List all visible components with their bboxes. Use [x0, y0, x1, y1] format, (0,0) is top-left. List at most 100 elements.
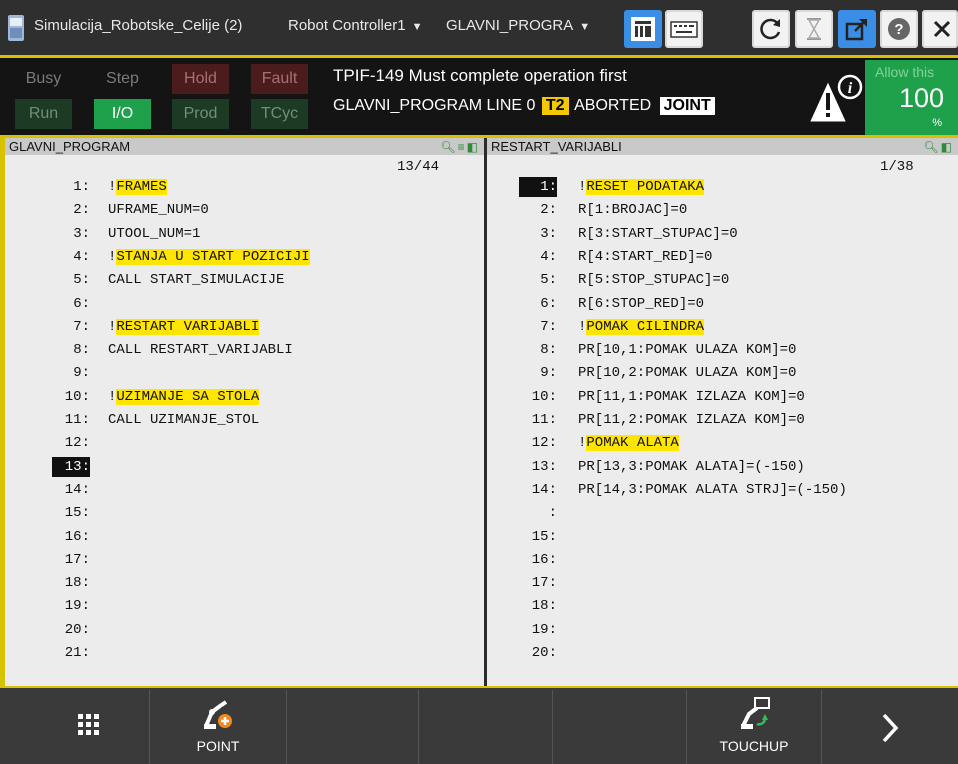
led-tcyc: TCyc [251, 99, 308, 129]
program-line-row[interactable]: 15: [5, 503, 484, 523]
program-line-row[interactable]: 18: [5, 573, 484, 593]
speed-override[interactable]: Allow this 100 % [865, 60, 958, 135]
program-line-row[interactable]: 16: [487, 550, 958, 570]
program-panel-right[interactable]: RESTART_VARIJABLI 🔍︎◧ 1/38 1: !RESET PODA… [487, 138, 958, 686]
program-line-row[interactable]: 4: R[4:START_RED]=0 [487, 247, 958, 267]
fkey-4[interactable] [419, 690, 553, 764]
svg-text:i: i [848, 80, 853, 97]
program-line-row[interactable]: 1: !RESET PODATAKA [487, 177, 958, 197]
refresh-button[interactable] [752, 10, 790, 48]
program-line-row[interactable]: 20: [487, 643, 958, 663]
program-line-row[interactable]: 20: [5, 620, 484, 640]
program-line-row[interactable]: 18: [487, 596, 958, 616]
fkey-menu[interactable] [0, 690, 150, 764]
program-line-row[interactable]: 21: [5, 643, 484, 663]
wait-button[interactable] [795, 10, 833, 48]
program-line-row[interactable]: 1: !FRAMES [5, 177, 484, 197]
panel-controls[interactable]: 🔍︎≡◧ [440, 139, 480, 156]
line-text: PR[11,1:POMAK IZLAZA KOM]=0 [578, 387, 805, 407]
keyboard-button[interactable] [665, 10, 703, 48]
line-number: 10: [64, 388, 90, 405]
program-dropdown[interactable]: GLAVNI_PROGRA ▼ [446, 17, 590, 34]
title-bar: Simulacija_Robotske_Celije (2) Robot Con… [0, 0, 958, 55]
info-warning-icon: i [806, 74, 863, 125]
program-line-row[interactable]: 4: !STANJA U START POZICIJI [5, 247, 484, 267]
program-status-line: GLAVNI_PROGRAM LINE 0 T2 ABORTED JOINT [333, 97, 715, 115]
fkey-point[interactable]: POINT [150, 690, 287, 764]
program-line-row[interactable]: 8: PR[10,1:POMAK ULAZA KOM]=0 [487, 340, 958, 360]
fkey-5[interactable] [553, 690, 687, 764]
function-key-bar: POINT TOUCHUP [0, 686, 958, 764]
program-line-row[interactable]: 17: [5, 550, 484, 570]
panel-header-right: RESTART_VARIJABLI 🔍︎◧ [487, 138, 958, 155]
line-number: 5: [73, 272, 90, 289]
line-number: 9: [73, 365, 90, 382]
comment-text: FRAMES [116, 179, 167, 195]
line-text: PR[10,1:POMAK ULAZA KOM]=0 [578, 340, 796, 360]
controller-dropdown[interactable]: Robot Controller1 ▼ [288, 17, 422, 34]
program-line-row[interactable]: 19: [5, 596, 484, 616]
panel-header-left: GLAVNI_PROGRAM 🔍︎≡◧ [5, 138, 484, 155]
program-line-row[interactable]: 7: !POMAK CILINDRA [487, 317, 958, 337]
panel-title: GLAVNI_PROGRAM [9, 139, 131, 154]
fkey-next[interactable] [822, 690, 958, 764]
program-line-row[interactable]: 3: UTOOL_NUM=1 [5, 224, 484, 244]
line-text: R[5:STOP_STUPAC]=0 [578, 270, 729, 290]
help-button[interactable]: ? [880, 10, 918, 48]
external-window-button[interactable] [838, 10, 876, 48]
program-line-row[interactable]: 13: [5, 456, 484, 477]
program-line-row[interactable]: 2: R[1:BROJAC]=0 [487, 200, 958, 220]
program-line-row[interactable]: 14: [5, 480, 484, 500]
instruction-text: CALL RESTART_VARIJABLI [108, 342, 293, 359]
split-icon[interactable]: ◧ [941, 140, 954, 154]
program-line-row[interactable]: 17: [487, 573, 958, 593]
line-number: 15: [531, 528, 557, 545]
robot-point-add-icon [204, 700, 232, 729]
panel-controls[interactable]: 🔍︎◧ [923, 139, 954, 156]
fkey-label: TOUCHUP [719, 738, 789, 754]
program-line-row[interactable]: 19: [487, 620, 958, 640]
program-panel-left[interactable]: GLAVNI_PROGRAM 🔍︎≡◧ 13/44 1: !FRAMES 2: UFR… [0, 138, 484, 686]
program-line-row[interactable]: 15: [487, 527, 958, 547]
program-line-row[interactable]: 2: UFRAME_NUM=0 [5, 200, 484, 220]
line-text: CALL START_SIMULACIJE [108, 270, 284, 290]
program-state: ABORTED [574, 97, 652, 114]
program-line-row[interactable]: 10: PR[11,1:POMAK IZLAZA KOM]=0 [487, 387, 958, 407]
program-line-row[interactable]: 9: PR[10,2:POMAK ULAZA KOM]=0 [487, 363, 958, 383]
close-button[interactable] [922, 10, 958, 48]
fkey-touchup[interactable]: TOUCHUP [687, 690, 822, 764]
program-line-row[interactable]: 16: [5, 527, 484, 547]
program-line-row[interactable]: 6: R[6:STOP_RED]=0 [487, 294, 958, 314]
program-list-button[interactable] [624, 10, 662, 48]
svg-text:?: ? [894, 21, 903, 38]
program-line-row[interactable]: 11: PR[11,2:POMAK IZLAZA KOM]=0 [487, 410, 958, 430]
zoom-icon[interactable]: 🔍︎ [440, 140, 457, 154]
program-line-row[interactable]: 9: [5, 363, 484, 383]
program-line-row[interactable]: 14: PR[14,3:POMAK ALATA STRJ]=(-150) [487, 480, 958, 500]
line-number: 20: [64, 621, 90, 638]
teach-pendant-icon [8, 15, 24, 41]
override-unit: % [932, 117, 942, 129]
zoom-icon[interactable]: 🔍︎ [923, 140, 940, 154]
line-text: PR[10,2:POMAK ULAZA KOM]=0 [578, 363, 796, 383]
program-line-row[interactable]: 3: R[3:START_STUPAC]=0 [487, 224, 958, 244]
program-line-row[interactable]: 11: CALL UZIMANJE_STOL [5, 410, 484, 430]
program-line-row[interactable]: 12: !POMAK ALATA [487, 433, 958, 453]
split-icon[interactable]: ◧ [467, 140, 480, 154]
fkey-3[interactable] [287, 690, 419, 764]
program-line-row[interactable]: 5: R[5:STOP_STUPAC]=0 [487, 270, 958, 290]
line-number: 16: [64, 528, 90, 545]
program-line-row[interactable]: 10: !UZIMANJE SA STOLA [5, 387, 484, 407]
line-number: 18: [531, 598, 557, 615]
program-line-row[interactable]: 6: [5, 294, 484, 314]
program-line-row[interactable]: : [487, 503, 958, 523]
instruction-text: UFRAME_NUM=0 [108, 202, 209, 219]
line-number: 8: [73, 342, 90, 359]
program-line-row[interactable]: 13: PR[13,3:POMAK ALATA]=(-150) [487, 457, 958, 477]
program-line-row[interactable]: 12: [5, 433, 484, 453]
program-line-row[interactable]: 8: CALL RESTART_VARIJABLI [5, 340, 484, 360]
program-line-row[interactable]: 7: !RESTART VARIJABLI [5, 317, 484, 337]
program-line-row[interactable]: 5: CALL START_SIMULACIJE [5, 270, 484, 290]
menu-icon[interactable]: ≡ [458, 140, 467, 154]
override-hint: Allow this [875, 64, 935, 80]
